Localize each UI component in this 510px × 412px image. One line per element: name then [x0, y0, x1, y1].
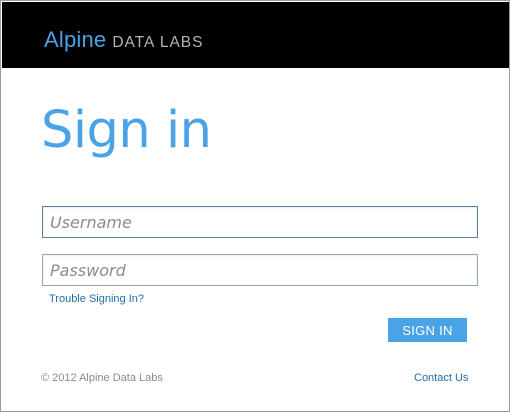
- trouble-signing-in-link[interactable]: Trouble Signing In?: [49, 293, 144, 305]
- username-field[interactable]: [42, 206, 478, 238]
- copyright-text: © 2012 Alpine Data Labs: [41, 372, 163, 384]
- page-title: Sign in: [41, 101, 212, 160]
- password-field[interactable]: [42, 254, 478, 286]
- brand-tagline: DATA LABS: [112, 34, 204, 51]
- contact-us-link[interactable]: Contact Us: [414, 372, 468, 384]
- brand-name: Alpine: [44, 27, 107, 52]
- app-header: Alpine DATA LABS: [2, 2, 509, 68]
- sign-in-button[interactable]: SIGN IN: [388, 318, 467, 342]
- login-window: Alpine DATA LABS Sign in Trouble Signing …: [0, 0, 510, 412]
- brand-logo: Alpine DATA LABS: [44, 29, 203, 51]
